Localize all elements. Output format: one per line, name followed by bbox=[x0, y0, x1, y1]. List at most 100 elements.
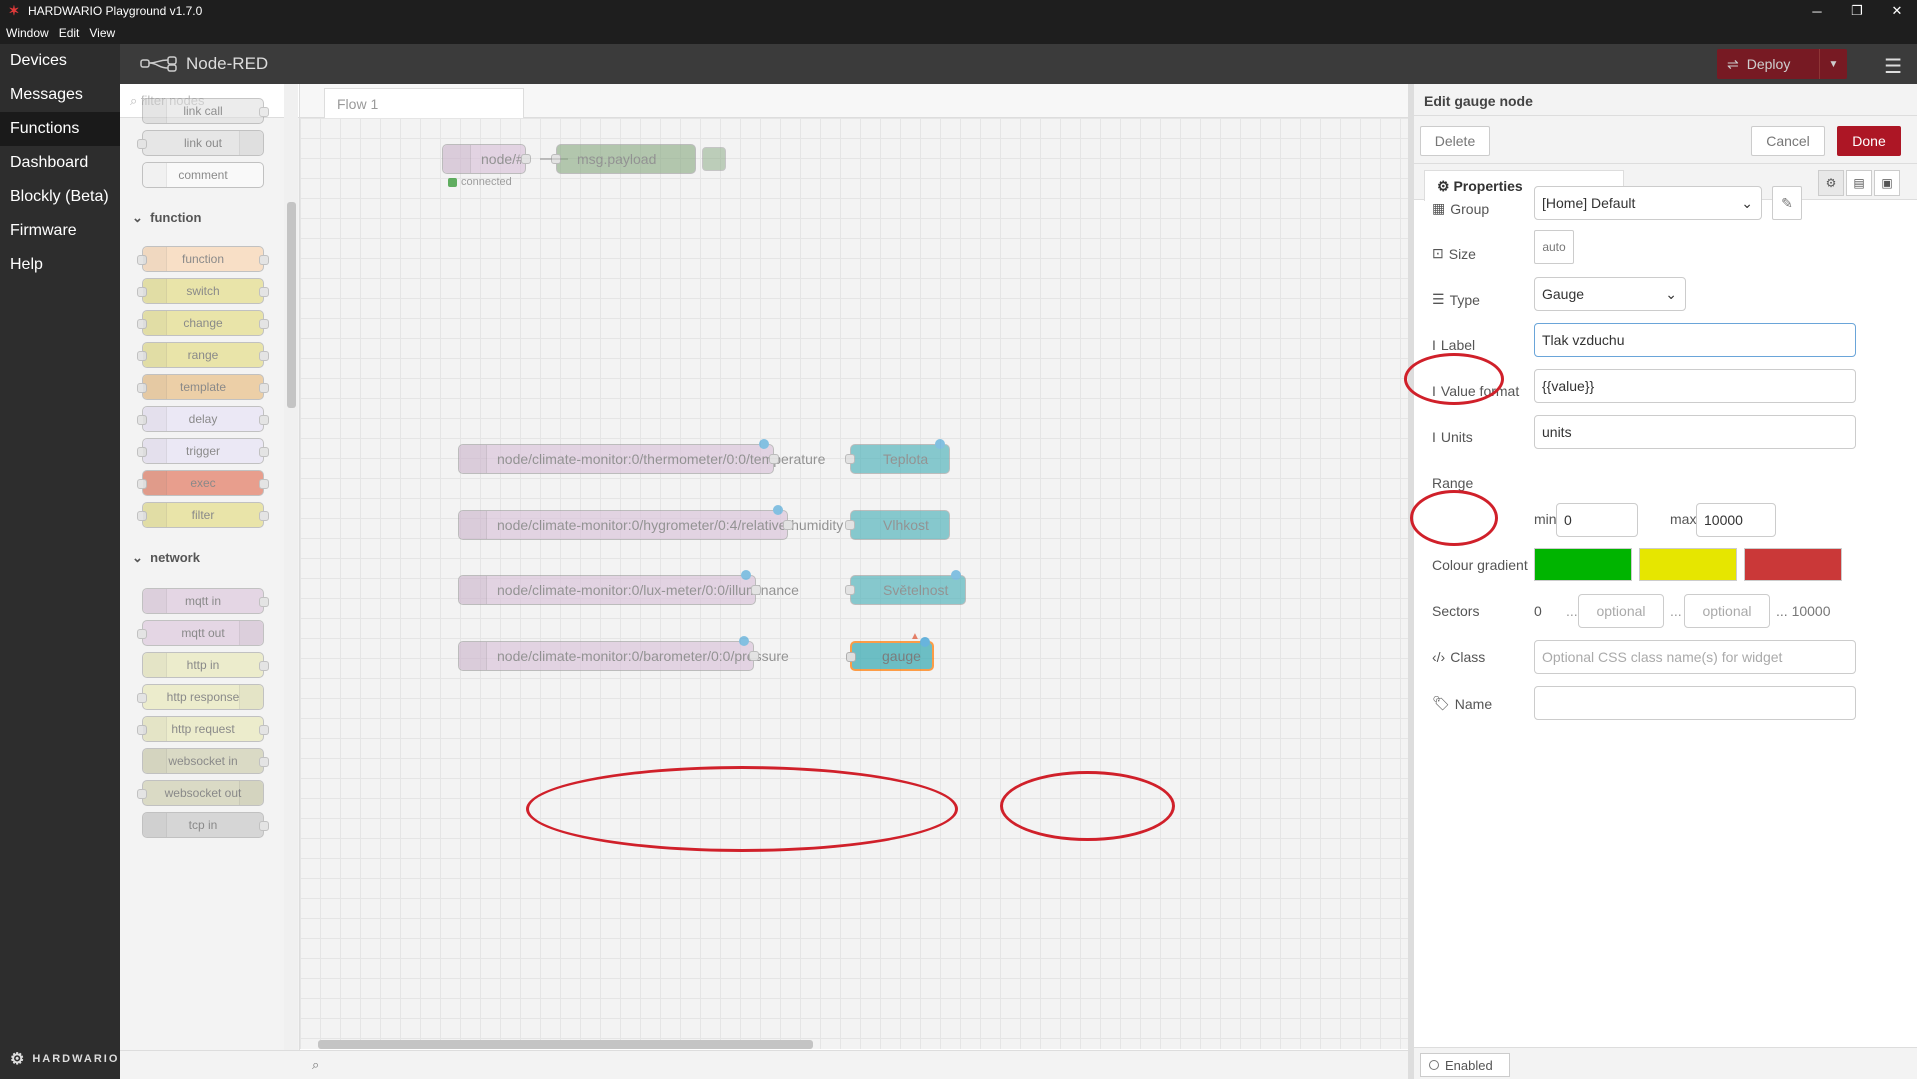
type-label: ☰ Type bbox=[1432, 291, 1480, 308]
palette-node-delay[interactable]: delay bbox=[137, 406, 269, 432]
palette-node-filter[interactable]: filter bbox=[137, 502, 269, 528]
description-tab-icon[interactable]: ▤ bbox=[1846, 170, 1872, 196]
group-select[interactable]: [Home] Default ⌄ bbox=[1534, 186, 1762, 220]
menu-edit[interactable]: Edit bbox=[59, 26, 80, 40]
range-min-input[interactable]: 0 bbox=[1556, 503, 1638, 537]
brand-logo: ⚙ HARDWARIO bbox=[10, 1051, 120, 1068]
node-mqtt-all[interactable]: node/# bbox=[442, 144, 531, 174]
sector-ellipsis-1: ... bbox=[1566, 603, 1578, 619]
group-label: ▦ Group bbox=[1432, 200, 1490, 217]
circle-icon bbox=[1429, 1060, 1439, 1070]
label-input[interactable]: Tlak vzduchu bbox=[1534, 323, 1856, 357]
size-button[interactable]: auto bbox=[1534, 230, 1574, 264]
nav-dashboard[interactable]: Dashboard bbox=[0, 146, 120, 180]
cancel-button[interactable]: Cancel bbox=[1751, 126, 1825, 156]
node-gauge-new[interactable]: gauge ▲ bbox=[846, 631, 934, 671]
nav-messages[interactable]: Messages bbox=[0, 78, 120, 112]
palette-node-http-request[interactable]: http request bbox=[137, 716, 269, 742]
nodered-logo-icon bbox=[140, 56, 177, 72]
minimize-button[interactable]: ─ bbox=[1797, 0, 1837, 22]
done-button[interactable]: Done bbox=[1837, 126, 1901, 156]
nav-functions[interactable]: Functions bbox=[0, 112, 120, 146]
palette-node-mqtt-out[interactable]: mqtt out bbox=[137, 620, 264, 646]
node-mqtt-illuminance[interactable]: node/climate-monitor:0/lux-meter/0:0/ill… bbox=[458, 570, 799, 605]
edit-group-button[interactable]: ✎ bbox=[1772, 186, 1802, 220]
app-sidebar: Devices Messages Functions Dashboard Blo… bbox=[0, 44, 120, 1079]
value-format-label: Ι Value format bbox=[1432, 383, 1520, 399]
palette-category-function[interactable]: ⌄ function bbox=[120, 200, 285, 236]
sector-2-input[interactable]: optional bbox=[1684, 594, 1770, 628]
delete-button[interactable]: Delete bbox=[1420, 126, 1490, 156]
palette-node-websocket-in[interactable]: websocket in bbox=[142, 748, 269, 774]
palette-scrollbar[interactable] bbox=[284, 84, 298, 1079]
appearance-tab-icon[interactable]: ▣ bbox=[1874, 170, 1900, 196]
debug-toggle-button[interactable] bbox=[702, 147, 726, 171]
menu-window[interactable]: Window bbox=[6, 26, 49, 40]
range-max-input[interactable]: 10000 bbox=[1696, 503, 1776, 537]
enabled-toggle[interactable]: Enabled bbox=[1420, 1053, 1510, 1077]
deploy-button[interactable]: ⇌ Deploy ▼ bbox=[1717, 49, 1847, 79]
maximize-button[interactable]: ❐ bbox=[1837, 0, 1877, 22]
palette-node-http-response[interactable]: http response bbox=[137, 684, 264, 710]
palette-node-exec[interactable]: exec bbox=[137, 470, 269, 496]
range-label: Range bbox=[1432, 475, 1474, 491]
node-mqtt-pressure[interactable]: node/climate-monitor:0/barometer/0:0/pre… bbox=[458, 636, 789, 671]
nav-firmware[interactable]: Firmware bbox=[0, 214, 120, 248]
main-menu-icon[interactable]: ☰ bbox=[1884, 54, 1902, 79]
palette-node-mqtt-in[interactable]: mqtt in bbox=[142, 588, 269, 614]
palette-node-http-in[interactable]: http in bbox=[142, 652, 269, 678]
node-palette: ⌕ filter nodes link call link out commen… bbox=[120, 84, 300, 1079]
palette-node-function[interactable]: function bbox=[137, 246, 269, 272]
flow-canvas[interactable]: node/# connected msg.payload node/climat… bbox=[300, 118, 1408, 1049]
palette-node-link-out[interactable]: link out bbox=[137, 130, 264, 156]
text-cursor-icon: Ι bbox=[1432, 383, 1436, 399]
palette-node-comment[interactable]: comment bbox=[142, 162, 264, 188]
class-label: ‹/› Class bbox=[1432, 649, 1486, 665]
node-gauge-svetelnost[interactable]: Světelnost bbox=[845, 570, 966, 605]
node-mqtt-humidity[interactable]: node/climate-monitor:0/hygrometer/0:4/re… bbox=[458, 505, 843, 540]
units-input[interactable]: units bbox=[1534, 415, 1856, 449]
deploy-menu-caret-icon[interactable]: ▼ bbox=[1819, 49, 1847, 79]
nav-help[interactable]: Help bbox=[0, 248, 120, 282]
size-label: ⊡ Size bbox=[1432, 245, 1476, 262]
palette-category-network[interactable]: ⌄ network bbox=[120, 540, 285, 576]
node-gauge-teplota[interactable]: Teplota bbox=[845, 439, 950, 474]
class-input[interactable]: Optional CSS class name(s) for widget bbox=[1534, 640, 1856, 674]
gradient-color-1[interactable] bbox=[1534, 548, 1632, 581]
palette-node-link-call[interactable]: link call bbox=[142, 98, 269, 124]
palette-node-change[interactable]: change bbox=[137, 310, 269, 336]
app-logo-icon: ✶ bbox=[8, 3, 20, 18]
node-gauge-vlhkost[interactable]: Vlhkost bbox=[845, 510, 950, 540]
sectors-label: Sectors bbox=[1432, 603, 1480, 619]
palette-node-tcp-in[interactable]: tcp in bbox=[142, 812, 269, 838]
chevron-down-icon: ⌄ bbox=[1741, 195, 1753, 211]
tab-flow-1[interactable]: Flow 1 bbox=[324, 88, 524, 118]
node-debug[interactable]: msg.payload bbox=[551, 144, 696, 174]
nav-blockly[interactable]: Blockly (Beta) bbox=[0, 180, 120, 214]
value-format-input[interactable]: {{value}} bbox=[1534, 369, 1856, 403]
search-icon[interactable]: ⌕ bbox=[312, 1057, 319, 1073]
palette-node-websocket-out[interactable]: websocket out bbox=[137, 780, 264, 806]
palette-node-template[interactable]: template bbox=[137, 374, 269, 400]
workspace-tabs: Flow 1 bbox=[300, 84, 1408, 118]
settings-tab-icon[interactable]: ⚙ bbox=[1818, 170, 1844, 196]
range-min-label: min bbox=[1534, 511, 1557, 527]
name-label: 🏷 Name bbox=[1432, 695, 1493, 712]
node-mqtt-temperature[interactable]: node/climate-monitor:0/thermometer/0:0/t… bbox=[458, 439, 825, 474]
sector-start-value: 0 bbox=[1534, 603, 1542, 619]
menu-view[interactable]: View bbox=[89, 26, 115, 40]
pencil-icon: ✎ bbox=[1781, 194, 1793, 211]
workspace-scrollbar[interactable] bbox=[300, 1038, 1408, 1050]
nav-devices[interactable]: Devices bbox=[0, 44, 120, 78]
tray-button-row: Delete Cancel Done bbox=[1414, 116, 1917, 164]
palette-node-range[interactable]: range bbox=[137, 342, 269, 368]
chevron-down-icon: ⌄ bbox=[1665, 286, 1677, 302]
palette-node-switch[interactable]: switch bbox=[137, 278, 269, 304]
close-button[interactable]: ✕ bbox=[1877, 0, 1917, 22]
palette-node-trigger[interactable]: trigger bbox=[137, 438, 269, 464]
gradient-color-3[interactable] bbox=[1744, 548, 1842, 581]
gradient-color-2[interactable] bbox=[1639, 548, 1737, 581]
sector-1-input[interactable]: optional bbox=[1578, 594, 1664, 628]
name-input[interactable] bbox=[1534, 686, 1856, 720]
type-select[interactable]: Gauge ⌄ bbox=[1534, 277, 1686, 311]
